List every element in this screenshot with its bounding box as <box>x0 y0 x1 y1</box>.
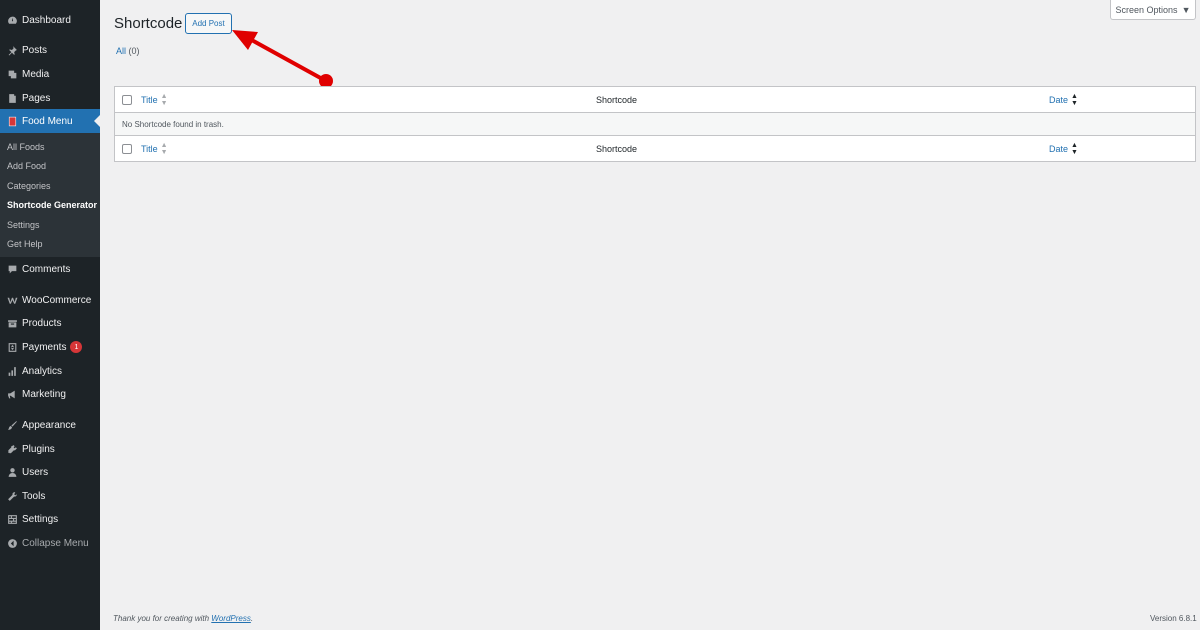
menu-label: Pages <box>22 92 51 104</box>
menu-label: Settings <box>22 513 59 525</box>
menu-label: Dashboard <box>22 14 71 26</box>
filter-all-link[interactable]: All <box>116 46 126 56</box>
select-all-checkbox-footer[interactable] <box>122 144 132 154</box>
red-arrow-annotation <box>232 30 333 88</box>
submenu-categories[interactable]: Categories <box>7 181 51 191</box>
menu-label: Posts <box>22 44 48 56</box>
menu-settings[interactable]: Settings <box>0 507 100 531</box>
submenu-shortcode-generator[interactable]: Shortcode Generator <box>7 200 97 210</box>
menu-label: Appearance <box>22 419 76 431</box>
column-date-sort[interactable]: Date ▲ ▼ <box>1049 93 1078 107</box>
brush-icon <box>6 419 18 431</box>
column-date-label: Date <box>1049 94 1069 105</box>
menu-media[interactable]: Media <box>0 62 100 86</box>
column-date-label: Date <box>1049 144 1069 154</box>
menu-appearance[interactable]: Appearance <box>0 413 100 437</box>
submenu-all-foods[interactable]: All Foods <box>7 142 45 152</box>
plugin-icon <box>6 443 18 455</box>
menu-label: Collapse Menu <box>22 537 89 549</box>
footer-thanks-text: Thank you for creating with <box>113 614 210 623</box>
menu-plugins[interactable]: Plugins <box>0 437 100 461</box>
screen-options-button[interactable]: Screen Options ▼ <box>1110 0 1196 20</box>
menu-analytics[interactable]: Analytics <box>0 359 100 383</box>
collapse-icon <box>6 537 18 549</box>
menu-woocommerce[interactable]: WooCommerce <box>0 288 100 312</box>
payments-count-badge: 1 <box>70 341 83 353</box>
menu-label: Plugins <box>22 443 55 455</box>
menu-label: Payments <box>22 341 67 353</box>
user-icon <box>6 466 18 478</box>
menu-users[interactable]: Users <box>0 460 100 484</box>
menu-label: Marketing <box>22 388 66 400</box>
menu-pages[interactable]: Pages <box>0 86 100 110</box>
footer-version: Version 6.8.1 <box>1150 614 1197 623</box>
admin-sidebar: Dashboard Posts Media Pages Food Menu Al… <box>0 0 100 630</box>
wrench-icon <box>6 490 18 502</box>
table-footer-row: Title ▲ ▼ Shortcode Date ▲ ▼ <box>115 136 1195 162</box>
caret-down-icon: ▼ <box>1181 4 1191 15</box>
marketing-icon <box>6 388 18 400</box>
sort-icon: ▲ ▼ <box>160 142 168 156</box>
menu-label: Food Menu <box>22 115 73 127</box>
select-all-checkbox[interactable] <box>122 94 132 105</box>
menu-label: Products <box>22 317 62 329</box>
menu-payments[interactable]: Payments 1 <box>0 335 100 359</box>
menu-products[interactable]: Products <box>0 311 100 335</box>
collapse-menu-button[interactable]: Collapse Menu <box>0 531 100 555</box>
column-title-label: Title <box>141 94 158 105</box>
filter-all-count: (0) <box>128 46 140 56</box>
settings-icon <box>6 513 18 525</box>
pin-icon <box>6 44 18 56</box>
sort-icon: ▲ ▼ <box>1071 92 1078 107</box>
media-icon <box>6 68 18 80</box>
menu-tools[interactable]: Tools <box>0 484 100 508</box>
empty-message: No Shortcode found in trash. <box>122 119 224 129</box>
table-header-row: Title ▲ ▼ Shortcode Date ▲ ▼ <box>115 87 1195 113</box>
column-shortcode-footer: Shortcode <box>596 144 638 154</box>
food-menu-submenu: All Foods Add Food Categories Shortcode … <box>0 133 100 257</box>
status-filter: All (0) <box>116 46 140 56</box>
filter-all-label: All <box>116 46 127 56</box>
footer-period: . <box>250 614 254 623</box>
submenu-get-help[interactable]: Get Help <box>7 239 43 249</box>
menu-label: Users <box>22 466 49 478</box>
menu-label: Media <box>22 68 50 80</box>
submenu-settings[interactable]: Settings <box>7 220 40 230</box>
shortcode-list-table: Title ▲ ▼ Shortcode Date ▲ ▼ No Shortcode … <box>114 86 1196 162</box>
submenu-add-food[interactable]: Add Food <box>7 161 46 171</box>
menu-marketing[interactable]: Marketing <box>0 382 100 406</box>
payments-icon <box>6 341 18 353</box>
column-title-sort-footer[interactable]: Title ▲ ▼ <box>141 142 168 156</box>
pages-icon <box>6 92 18 104</box>
menu-label: WooCommerce <box>22 294 92 306</box>
dashboard-icon <box>6 14 18 26</box>
menu-food-menu[interactable]: Food Menu <box>0 109 100 133</box>
sort-icon: ▲ ▼ <box>160 92 168 107</box>
menu-label: Tools <box>22 490 46 502</box>
comment-icon <box>6 263 18 275</box>
column-title-label: Title <box>141 144 158 154</box>
page-title: Shortcode <box>114 15 183 32</box>
products-icon <box>6 317 18 329</box>
menu-comments[interactable]: Comments <box>0 257 100 281</box>
menu-dashboard[interactable]: Dashboard <box>0 8 100 32</box>
wordpress-link[interactable]: WordPress <box>211 614 251 623</box>
add-post-button[interactable]: Add Post <box>185 13 232 34</box>
menu-posts[interactable]: Posts <box>0 38 100 62</box>
sort-icon: ▲ ▼ <box>1071 142 1078 156</box>
screen-options-label: Screen Options <box>1115 4 1178 15</box>
footer-thanks: Thank you for creating with WordPress. <box>113 614 253 623</box>
woocommerce-icon <box>6 294 18 306</box>
menu-label: Comments <box>22 263 71 275</box>
column-shortcode: Shortcode <box>596 94 638 105</box>
column-date-sort-footer[interactable]: Date ▲ ▼ <box>1049 142 1078 156</box>
column-title-sort[interactable]: Title ▲ ▼ <box>141 93 168 107</box>
food-menu-icon <box>6 115 18 127</box>
analytics-icon <box>6 365 18 377</box>
menu-label: Analytics <box>22 365 63 377</box>
table-empty-row: No Shortcode found in trash. <box>115 113 1195 136</box>
